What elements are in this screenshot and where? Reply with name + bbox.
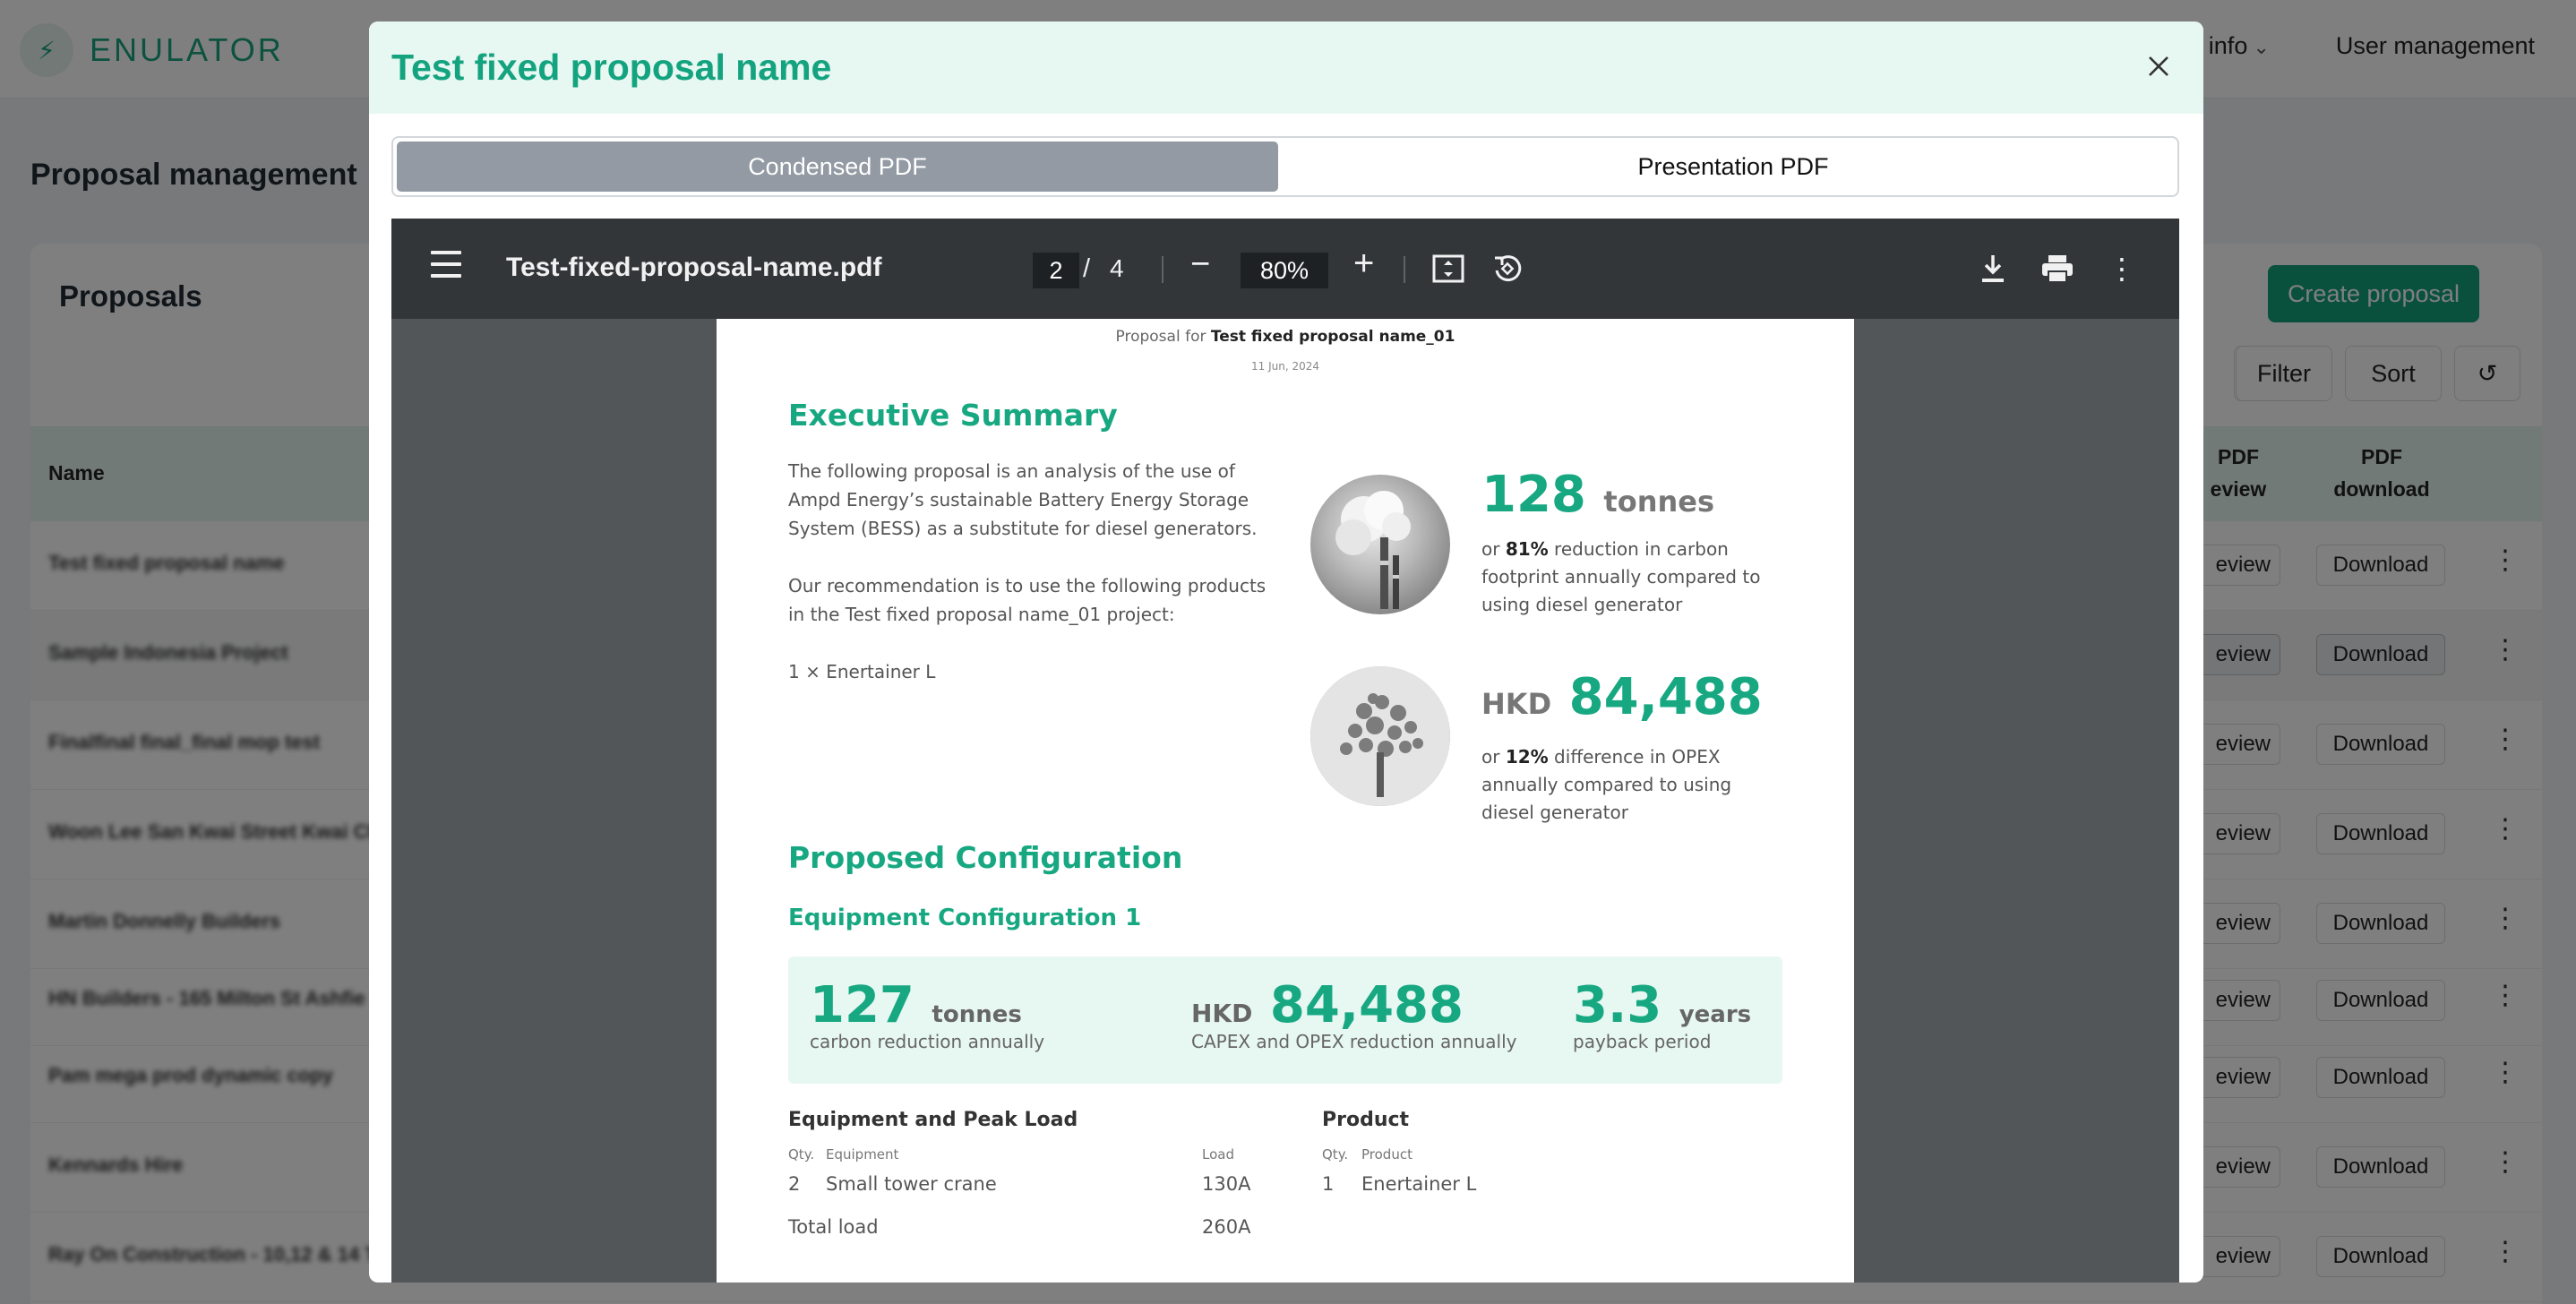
print-icon[interactable] [2039, 251, 2075, 287]
carbon-stat: 128 tonnes [1481, 466, 1714, 524]
menu-icon[interactable] [431, 251, 461, 285]
kpi-capex-opex: HKD 84,488 CAPEX and OPEX reduction annu… [1191, 976, 1517, 1052]
product-col-qty: Qty. [1322, 1146, 1349, 1162]
modal-header: Test fixed proposal name [369, 21, 2203, 114]
pdf-proposal-header: Proposal for Test fixed proposal name_01 [717, 328, 1854, 346]
total-load-value: 260A [1202, 1216, 1251, 1238]
pdf-page: Proposal for Test fixed proposal name_01… [717, 319, 1854, 1283]
pdf-toolbar: Test-fixed-proposal-name.pdf 2 / 4 − 80%… [391, 219, 2179, 319]
pdf-type-tabs: Condensed PDF Presentation PDF [391, 136, 2179, 197]
opex-stat-description: or 12% difference in OPEX annually compa… [1481, 743, 1786, 827]
toolbar-divider [1404, 256, 1405, 283]
proposed-configuration-heading: Proposed Configuration [788, 840, 1183, 875]
kpi-capex-currency: HKD [1191, 999, 1253, 1028]
carbon-stat-value: 128 [1481, 466, 1586, 524]
equipment-configuration-heading: Equipment Configuration 1 [788, 905, 1142, 931]
equipment-col-qty: Qty. [788, 1146, 815, 1162]
fit-page-icon[interactable] [1430, 251, 1466, 287]
pdf-preview-modal: Test fixed proposal name Condensed PDF P… [369, 21, 2203, 1283]
kpi-band: 127 tonnes carbon reduction annually HKD… [788, 957, 1782, 1084]
zoom-in-icon[interactable]: + [1353, 244, 1374, 284]
executive-summary-paragraph-2: Our recommendation is to use the followi… [788, 575, 1267, 625]
kpi-payback-unit: years [1679, 1001, 1752, 1028]
equipment-row-name: Small tower crane [826, 1173, 997, 1195]
product-col-product: Product [1361, 1146, 1413, 1162]
carbon-stat-description: or 81% reduction in carbon footprint ann… [1481, 536, 1786, 619]
product-row-qty: 1 [1322, 1173, 1335, 1195]
equipment-row-qty: 2 [788, 1173, 801, 1195]
equipment-table-title: Equipment and Peak Load [788, 1109, 1078, 1131]
equipment-col-load: Load [1202, 1146, 1234, 1162]
pdf-filename: Test-fixed-proposal-name.pdf [506, 253, 882, 282]
equipment-row-load: 130A [1202, 1173, 1251, 1195]
opex-desc-pre: or [1481, 746, 1506, 768]
pdf-viewer[interactable]: Test-fixed-proposal-name.pdf 2 / 4 − 80%… [391, 219, 2179, 1283]
equipment-col-equipment: Equipment [826, 1146, 899, 1162]
page-separator: / [1083, 254, 1091, 283]
opex-stat: HKD 84,488 [1481, 668, 1763, 726]
tab-condensed-pdf[interactable]: Condensed PDF [397, 142, 1278, 192]
kpi-capex-value: 84,488 [1269, 976, 1464, 1034]
pdf-header-name: Test fixed proposal name_01 [1210, 328, 1455, 346]
kpi-payback: 3.3 years payback period [1573, 976, 1751, 1052]
kpi-carbon-description: carbon reduction annually [810, 1031, 1045, 1052]
page-number-input[interactable]: 2 [1033, 253, 1079, 288]
rotate-icon[interactable] [1490, 251, 1525, 287]
carbon-desc-pre: or [1481, 538, 1506, 560]
opex-desc-percent: 12% [1505, 746, 1549, 768]
smokestack-photo [1310, 475, 1450, 614]
opex-stat-currency: HKD [1481, 687, 1552, 721]
page-total: 4 [1110, 254, 1124, 282]
kpi-carbon-value: 127 [810, 976, 914, 1034]
more-options-icon[interactable]: ⋮ [2104, 251, 2140, 287]
pdf-header-prefix: Proposal for [1115, 328, 1211, 346]
executive-summary-heading: Executive Summary [788, 398, 1118, 433]
kpi-carbon-reduction: 127 tonnes carbon reduction annually [810, 976, 1044, 1052]
kpi-carbon-unit: tonnes [932, 1001, 1022, 1028]
kpi-capex-description: CAPEX and OPEX reduction annually [1191, 1031, 1517, 1052]
total-load-label: Total load [788, 1216, 879, 1238]
modal-title: Test fixed proposal name [391, 47, 832, 88]
product-row-name: Enertainer L [1361, 1173, 1477, 1195]
download-icon[interactable] [1975, 251, 2011, 287]
toolbar-divider [1162, 256, 1163, 283]
pdf-date: 11 Jun, 2024 [1250, 360, 1319, 373]
tree-photo [1310, 666, 1450, 806]
zoom-input[interactable]: 80% [1241, 253, 1328, 288]
executive-summary-paragraph-1: The following proposal is an analysis of… [788, 460, 1258, 539]
carbon-desc-percent: 81% [1505, 538, 1549, 560]
close-icon[interactable] [2139, 47, 2178, 86]
zoom-out-icon[interactable]: − [1190, 245, 1210, 284]
tab-presentation-pdf[interactable]: Presentation PDF [1292, 142, 2174, 192]
executive-summary-product: 1 × Enertainer L [788, 661, 936, 682]
opex-stat-value: 84,488 [1568, 668, 1763, 726]
kpi-payback-value: 3.3 [1573, 976, 1662, 1034]
carbon-stat-unit: tonnes [1603, 485, 1714, 519]
product-table-title: Product [1322, 1109, 1410, 1131]
